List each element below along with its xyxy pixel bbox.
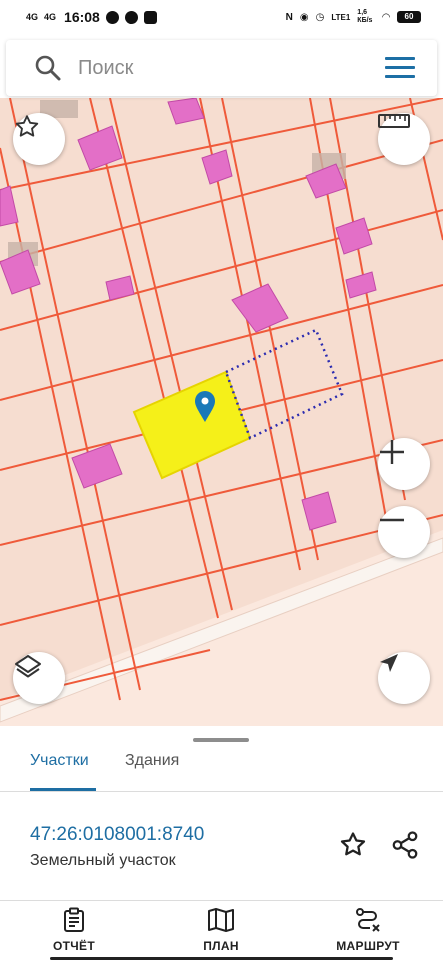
ruler-icon [378, 114, 410, 128]
nav-plan[interactable]: ПЛАН [161, 907, 281, 953]
compass-notification-icon [124, 10, 138, 24]
search-icon[interactable] [34, 54, 62, 82]
sheet-tabs: Участки Здания [0, 748, 443, 792]
status-bar-right: N ◉ ◷ LTE1 1,6 КБ/s ◠ 60 [286, 9, 421, 25]
my-location-button[interactable] [378, 652, 430, 704]
sheet-drag-handle[interactable] [193, 738, 249, 742]
star-icon [15, 115, 39, 137]
nfc-icon: N [285, 11, 293, 23]
clock: 16:08 [64, 9, 100, 25]
plus-icon [380, 440, 404, 464]
alarm-icon: ◷ [315, 11, 325, 23]
share-icon[interactable] [390, 830, 420, 860]
nav-report-label: ОТЧЁТ [53, 939, 95, 953]
network-indicator-2: 4G [44, 11, 57, 22]
status-bar-left: 4G 4G 16:08 [26, 9, 157, 25]
ruler-button[interactable] [378, 113, 430, 165]
zoom-out-button[interactable] [378, 506, 430, 558]
cadastral-number[interactable]: 47:26:0108001:8740 [30, 824, 204, 846]
tab-parcels[interactable]: Участки [30, 748, 89, 792]
layers-icon [15, 655, 41, 678]
wifi-icon: ◠ [382, 11, 390, 23]
lte-indicator: LTE1 [331, 12, 351, 22]
favorites-button[interactable] [13, 113, 65, 165]
nav-route[interactable]: МАРШРУТ [308, 907, 428, 953]
search-input[interactable] [78, 52, 368, 84]
data-speed: 1,6 КБ/s [357, 9, 373, 24]
parcel-type: Земельный участок [30, 852, 176, 869]
report-icon [64, 907, 84, 932]
nav-report[interactable]: ОТЧЁТ [14, 907, 134, 953]
cadastral-map[interactable] [0, 98, 443, 730]
network-indicator-1: 4G [26, 11, 39, 22]
layers-button[interactable] [13, 652, 65, 704]
tab-buildings[interactable]: Здания [125, 748, 179, 792]
nav-plan-label: ПЛАН [203, 939, 239, 953]
zoom-in-button[interactable] [378, 438, 430, 490]
hamburger-menu-icon[interactable] [385, 57, 415, 79]
location-icon: ◉ [299, 11, 309, 23]
navigation-arrow-icon [380, 654, 398, 672]
app-notification-icon [105, 10, 119, 24]
tabs-divider [0, 791, 443, 792]
minus-icon [380, 518, 404, 522]
favorite-star-icon[interactable] [338, 830, 368, 860]
map-plan-icon [208, 908, 234, 932]
gallery-notification-icon [143, 10, 157, 24]
bottom-navigation: ОТЧЁТ ПЛАН МАРШРУТ [0, 900, 443, 960]
map-canvas[interactable] [0, 98, 443, 730]
search-bar [6, 40, 437, 96]
nav-route-label: МАРШРУТ [336, 939, 400, 953]
battery-icon: 60 [397, 11, 421, 23]
status-bar: 4G 4G 16:08 N ◉ ◷ LTE1 1,6 КБ/s ◠ 60 [0, 0, 443, 36]
selected-parcel [132, 370, 252, 480]
route-icon [356, 908, 380, 932]
